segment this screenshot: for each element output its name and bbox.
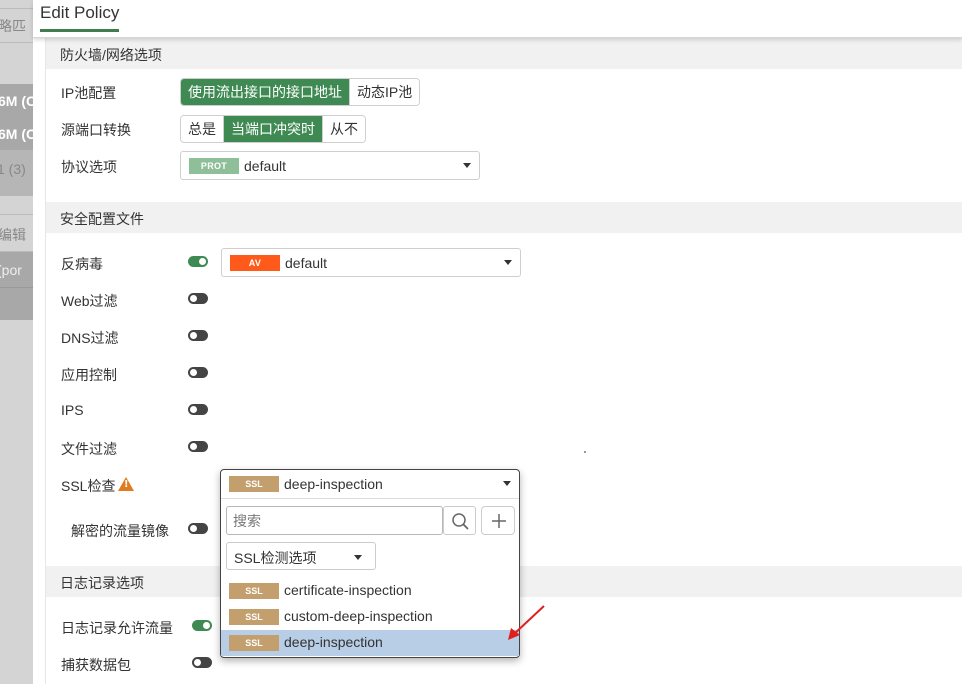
plus-icon: [492, 514, 506, 528]
prot-badge: PROT: [189, 158, 239, 174]
antivirus-label: 反病毒: [61, 256, 103, 272]
source-port-option-on-conflict[interactable]: 当端口冲突时: [224, 116, 323, 142]
caret-down-icon: [463, 163, 471, 168]
ssl-option-certificate-inspection[interactable]: SSL certificate-inspection: [221, 578, 519, 604]
antivirus-select[interactable]: AV default: [221, 248, 521, 277]
add-button[interactable]: [481, 506, 515, 535]
section-header-security: 安全配置文件: [46, 202, 962, 233]
caret-down-icon: [354, 555, 362, 560]
ssl-option-label: custom-deep-inspection: [284, 608, 433, 624]
background-page: 略匹 6M (C 6M (C 1 (3) 编辑 (por: [0, 0, 33, 684]
caret-down-icon: [503, 481, 511, 486]
ip-pool-option-dynamic[interactable]: 动态IP池: [350, 79, 420, 105]
ips-toggle[interactable]: [188, 404, 208, 415]
ssl-option-label: deep-inspection: [284, 634, 383, 650]
background-text-fragment: (por: [0, 262, 22, 278]
source-port-option-always[interactable]: 总是: [181, 116, 224, 142]
av-badge: AV: [230, 255, 280, 271]
ssl-inspection-label: SSL检查: [61, 478, 116, 494]
decrypted-mirror-label: 解密的流量镜像: [71, 523, 169, 539]
protocol-options-label: 协议选项: [61, 159, 117, 175]
ssl-inspection-dropdown: SSL deep-inspection SSL检测选项 SSL certif: [220, 469, 520, 658]
modal-header: Edit Policy: [33, 0, 962, 38]
source-port-option-never[interactable]: 从不: [323, 116, 365, 142]
capture-packets-label: 捕获数据包: [61, 657, 131, 673]
ip-pool-segmented: 使用流出接口的接口地址 动态IP池: [180, 78, 421, 106]
dns-filter-label: DNS过滤: [61, 330, 119, 346]
source-port-segmented: 总是 当端口冲突时 从不: [180, 115, 366, 143]
background-text-fragment: 略匹: [0, 18, 26, 34]
ssl-badge: SSL: [229, 609, 279, 625]
web-filter-label: Web过滤: [61, 293, 118, 309]
decrypted-mirror-toggle[interactable]: [188, 523, 208, 534]
warning-icon: [118, 477, 134, 491]
ssl-inspection-select[interactable]: SSL deep-inspection: [221, 470, 519, 499]
capture-packets-toggle[interactable]: [192, 657, 212, 668]
ssl-option-custom-deep-inspection[interactable]: SSL custom-deep-inspection: [221, 604, 519, 630]
ip-pool-label: IP池配置: [61, 85, 117, 101]
section-title: 防火墙/网络选项: [60, 47, 162, 63]
ssl-options-filter-label: SSL检测选项: [234, 550, 317, 566]
caret-down-icon: [504, 260, 512, 265]
edit-policy-modal: Edit Policy 防火墙/网络选项 IP池配置 使用流出接口的接口地址 动…: [33, 0, 962, 684]
ssl-inspection-value: deep-inspection: [284, 476, 383, 492]
app-control-label: 应用控制: [61, 367, 117, 383]
search-button[interactable]: [443, 506, 476, 535]
search-input[interactable]: [233, 511, 433, 531]
source-port-label: 源端口转换: [61, 122, 131, 138]
ips-label: IPS: [61, 402, 84, 418]
ssl-options-filter-select[interactable]: SSL检测选项: [226, 542, 376, 570]
log-allowed-traffic-toggle[interactable]: [192, 620, 212, 631]
ssl-badge: SSL: [229, 583, 279, 599]
dns-filter-toggle[interactable]: [188, 330, 208, 341]
search-icon: [452, 513, 469, 530]
section-header-firewall: 防火墙/网络选项: [46, 38, 962, 69]
stray-dot: [584, 451, 586, 453]
protocol-options-value: default: [244, 158, 287, 174]
log-allowed-traffic-label: 日志记录允许流量: [61, 620, 173, 636]
background-text-fragment: 6M (C: [0, 93, 33, 109]
section-title: 日志记录选项: [60, 575, 144, 591]
antivirus-value: default: [285, 255, 328, 271]
modal-title: Edit Policy: [40, 3, 120, 32]
protocol-options-select[interactable]: PROT default: [180, 151, 480, 180]
file-filter-toggle[interactable]: [188, 441, 208, 452]
ssl-badge: SSL: [229, 476, 279, 492]
background-text-fragment: 1 (3): [0, 161, 26, 177]
ssl-option-label: certificate-inspection: [284, 582, 412, 598]
section-title: 安全配置文件: [60, 211, 144, 227]
app-control-toggle[interactable]: [188, 367, 208, 378]
ip-pool-option-outgoing-interface[interactable]: 使用流出接口的接口地址: [181, 79, 350, 105]
background-text-fragment: 6M (C: [0, 126, 33, 142]
file-filter-label: 文件过滤: [61, 441, 117, 457]
search-field: [226, 506, 443, 535]
ssl-option-deep-inspection[interactable]: SSL deep-inspection: [221, 630, 519, 656]
red-arrow-annotation: [508, 605, 545, 640]
ssl-badge: SSL: [229, 635, 279, 651]
antivirus-toggle[interactable]: [188, 256, 208, 267]
background-text-fragment: 编辑: [0, 227, 26, 243]
web-filter-toggle[interactable]: [188, 293, 208, 304]
